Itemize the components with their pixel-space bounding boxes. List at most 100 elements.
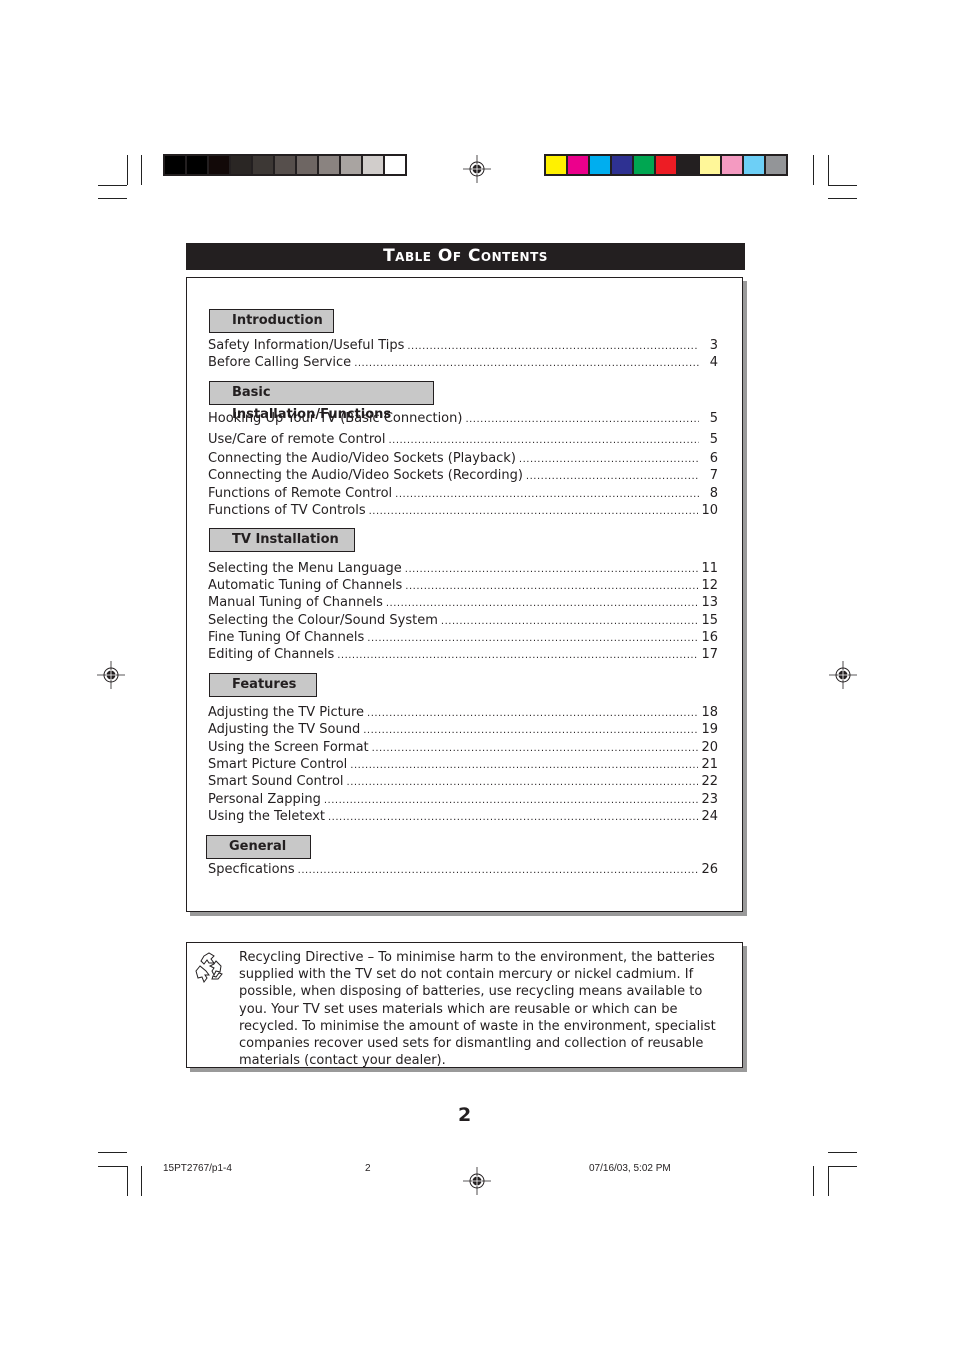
toc-entry-title: Before Calling Service	[208, 355, 352, 370]
crop-mark	[98, 1152, 127, 1153]
toc-entry-title: Using the Screen Format	[208, 740, 369, 755]
dot-leader	[347, 774, 699, 791]
toc-entry[interactable]: Before Calling Service 4	[208, 354, 718, 371]
dot-leader	[465, 411, 699, 428]
dot-leader	[328, 809, 698, 826]
toc-entry-page: 20	[701, 740, 718, 755]
page-title: Table Of Contents	[186, 243, 745, 270]
toc-entry-page: 5	[709, 411, 718, 426]
toc-entry[interactable]: Smart Sound Control 22	[208, 773, 718, 790]
color-swatch	[209, 156, 229, 174]
toc-entry-page: 11	[701, 561, 718, 576]
toc-entry-title: Using the Teletext	[208, 809, 325, 824]
toc-entry-page: 16	[701, 630, 718, 645]
crop-mark	[828, 1152, 857, 1153]
crop-mark	[98, 1166, 127, 1167]
color-swatch	[187, 156, 207, 174]
toc-entry[interactable]: Connecting the Audio/Video Sockets (Reco…	[208, 467, 718, 484]
color-swatch	[231, 156, 251, 174]
section-label: Introduction	[209, 309, 334, 333]
toc-entry-page: 19	[701, 722, 718, 737]
toc-entry[interactable]: Using the Screen Format 20	[208, 739, 718, 756]
grayscale-color-bar	[163, 154, 407, 176]
toc-entry-title: Selecting the Colour/Sound System	[208, 613, 438, 628]
toc-entry-page: 5	[709, 432, 718, 447]
toc-entry-page: 7	[709, 468, 718, 483]
toc-entry-page: 10	[701, 503, 718, 518]
toc-entry[interactable]: Use/Care of remote Control 5	[208, 431, 718, 448]
crop-mark	[98, 185, 127, 186]
toc-entry[interactable]: Using the Teletext 24	[208, 808, 718, 825]
toc-entry[interactable]: Connecting the Audio/Video Sockets (Play…	[208, 450, 718, 467]
toc-entry[interactable]: Smart Picture Control 21	[208, 756, 718, 773]
color-swatch	[275, 156, 295, 174]
toc-entry-title: Safety Information/Useful Tips	[208, 338, 405, 353]
crop-mark	[828, 1166, 829, 1196]
toc-entry[interactable]: Selecting the Menu Language 11	[208, 560, 718, 577]
toc-entry[interactable]: Functions of Remote Control 8	[208, 485, 718, 502]
section-label: TV Installation	[209, 528, 355, 552]
registration-target-icon	[463, 155, 491, 183]
dot-leader	[363, 722, 698, 739]
color-swatch	[253, 156, 273, 174]
color-swatch	[568, 156, 588, 174]
toc-entry[interactable]: Editing of Channels 17	[208, 646, 718, 663]
dot-leader	[526, 468, 699, 485]
dot-leader	[354, 355, 699, 372]
toc-entry-page: 3	[709, 338, 718, 353]
toc-entry[interactable]: Selecting the Colour/Sound System 15	[208, 612, 718, 629]
color-swatch	[297, 156, 317, 174]
color-swatch	[363, 156, 383, 174]
color-swatch	[678, 156, 698, 174]
cmyk-color-bar	[544, 154, 788, 176]
dot-leader	[324, 792, 699, 809]
color-swatch	[319, 156, 339, 174]
crop-mark	[127, 1166, 128, 1196]
toc-entry[interactable]: Safety Information/Useful Tips 3	[208, 337, 718, 354]
toc-entry-title: Hooking Up Your TV (Basic Connection)	[208, 411, 463, 426]
crop-mark	[828, 185, 857, 186]
page-number: 2	[458, 1104, 472, 1126]
toc-entry[interactable]: Hooking Up Your TV (Basic Connection) 5	[208, 410, 718, 427]
toc-entry-title: Connecting the Audio/Video Sockets (Play…	[208, 451, 516, 466]
toc-entry-page: 4	[709, 355, 718, 370]
crop-mark	[141, 1166, 142, 1196]
crop-mark	[813, 155, 814, 185]
toc-entry-title: Use/Care of remote Control	[208, 432, 386, 447]
toc-entry[interactable]: Manual Tuning of Channels 13	[208, 594, 718, 611]
toc-entry-title: Specfications	[208, 862, 295, 877]
toc-entry-title: Smart Sound Control	[208, 774, 344, 789]
toc-entry-page: 13	[701, 595, 718, 610]
toc-entry-page: 22	[701, 774, 718, 789]
toc-entry-title: Adjusting the TV Picture	[208, 705, 365, 720]
toc-entry-title: Adjusting the TV Sound	[208, 722, 361, 737]
crop-mark	[141, 155, 142, 185]
toc-entry[interactable]: Personal Zapping 23	[208, 791, 718, 808]
slug-file: 15PT2767/p1-4	[163, 1163, 232, 1174]
toc-entry[interactable]: Fine Tuning Of Channels 16	[208, 629, 718, 646]
registration-target-icon	[829, 661, 857, 689]
color-swatch	[744, 156, 764, 174]
toc-entry[interactable]: Automatic Tuning of Channels 12	[208, 577, 718, 594]
toc-entry-page: 23	[701, 792, 718, 807]
toc-entry-title: Manual Tuning of Channels	[208, 595, 383, 610]
toc-entry-page: 15	[701, 613, 718, 628]
dot-leader	[298, 862, 699, 879]
toc-entry-page: 8	[709, 486, 718, 501]
color-swatch	[700, 156, 720, 174]
color-swatch	[656, 156, 676, 174]
dot-leader	[519, 451, 699, 468]
toc-entry-title: Automatic Tuning of Channels	[208, 578, 403, 593]
dot-leader	[407, 338, 699, 355]
toc-entry[interactable]: Specfications 26	[208, 861, 718, 878]
section-label: Basic Installation/Functions	[209, 381, 434, 422]
color-swatch	[165, 156, 185, 174]
toc-entry-title: Personal Zapping	[208, 792, 321, 807]
color-swatch	[385, 156, 405, 174]
color-swatch	[766, 156, 786, 174]
toc-entry-title: Smart Picture Control	[208, 757, 348, 772]
registration-target-icon	[97, 661, 125, 689]
toc-entry[interactable]: Adjusting the TV Picture 18	[208, 704, 718, 721]
toc-entry[interactable]: Adjusting the TV Sound 19	[208, 721, 718, 738]
toc-entry[interactable]: Functions of TV Controls 10	[208, 502, 718, 519]
